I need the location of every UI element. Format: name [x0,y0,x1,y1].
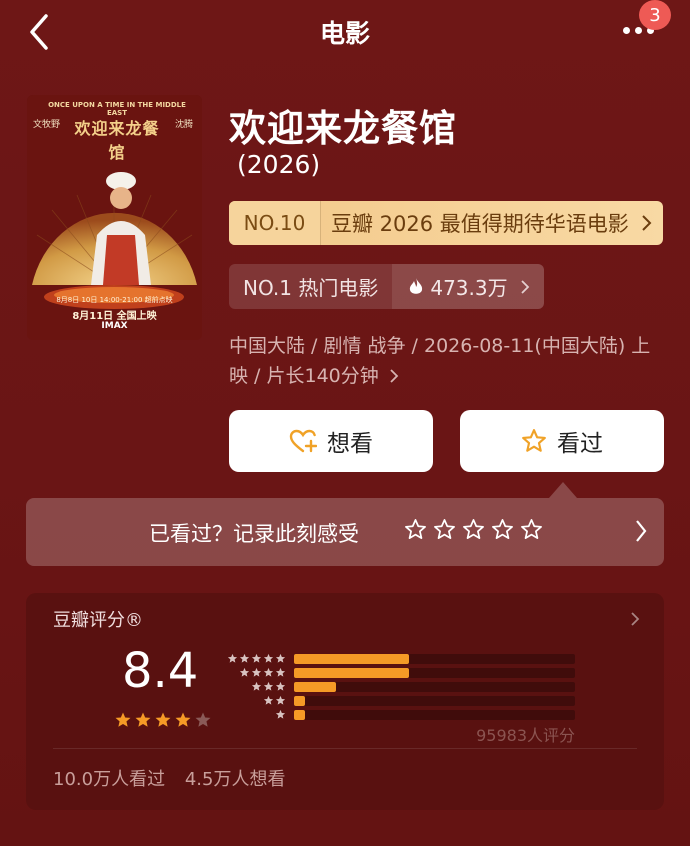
star-filled-icon [115,712,131,727]
star-filled-icon [155,712,171,727]
rating-bar-fill [294,654,410,664]
rating-footer: 10.0万人看过 4.5万人想看 [53,765,299,791]
small-star-icon [275,709,286,719]
small-star-icon [251,667,262,677]
rating-card[interactable]: 豆瓣评分® 8.4 95983人评分 10.0万人看过 4.5万人想看 [26,593,664,810]
rating-bar-track [294,668,575,678]
record-feeling-bar[interactable]: 已看过？记录此刻感受 [26,498,664,566]
vote-count: 95983人评分 [476,726,575,745]
rating-label: 豆瓣评分® [53,610,143,631]
watched-label: 看过 [557,431,603,457]
rating-row-5-star [226,652,576,665]
wish-count: 4.5万人想看 [184,769,286,790]
star-outline-icon [522,429,546,452]
movie-poster[interactable]: ONCE UPON A TIME IN THE MIDDLE EAST 欢迎来龙… [27,95,202,340]
chevron-right-icon [520,279,529,294]
rating-stars [114,711,212,729]
poster-actor-right: 沈腾 [175,120,194,130]
star-outline-icon[interactable] [462,518,485,541]
small-star-icon [251,653,262,663]
hot-movie-rank[interactable]: NO.1 热门电影 473.3万 [229,264,544,309]
star-outline-icon[interactable] [433,518,456,541]
small-star-icon [263,667,274,677]
rating-row-2-star [226,694,576,707]
fire-icon [410,277,423,294]
record-feeling-text: 已看过？记录此刻感受 [149,522,359,546]
hot-rank-label: NO.1 热门电影 [229,264,393,309]
poster-title: 欢迎来龙餐馆 [74,119,160,162]
star-outline-icon[interactable] [404,518,427,541]
poster-imax-text: IMAX [101,321,128,331]
douban-list-rank[interactable]: NO.10 豆瓣 2026 最值得期待华语电影 [229,201,663,245]
popover-pointer [549,482,577,498]
small-star-icon [275,695,286,705]
heat-value-group: 473.3万 [392,264,544,309]
small-star-icon [239,653,250,663]
chevron-right-icon [631,612,640,626]
divider [53,748,637,749]
poster-preview-text: 8月8日 10日 14:00-21:00 超前点映 [56,296,173,304]
rating-row-stars [239,666,286,679]
rating-bar-track [294,682,575,692]
star-filled-icon [175,712,191,727]
chevron-right-icon [390,369,399,383]
rank-number: NO.10 [229,201,321,245]
rating-row-stars [227,652,286,665]
rating-bar-fill [294,696,306,706]
star-filled-icon [135,712,151,727]
rating-bar-fill [294,682,337,692]
rating-bar-fill [294,668,410,678]
heart-plus-icon [289,429,317,453]
star-outline-icon[interactable] [520,518,543,541]
page-title: 电影 [319,19,370,48]
poster-actor-left: 文牧野 [33,120,61,130]
rating-row-4-star [226,666,576,679]
want-to-watch-button[interactable]: 想看 [229,410,433,472]
notification-badge: 3 [639,0,671,30]
rating-row-stars [251,680,286,693]
meta-text: 中国大陆 / 剧情 战争 / 2026-08-11(中国大陆) 上映 / 片长1… [229,335,651,387]
rate-stars[interactable] [404,518,543,541]
rating-bar-track [294,710,575,720]
rating-bar-fill [294,710,306,720]
chevron-right-icon [641,201,663,245]
rating-bar-track [294,654,575,664]
chevron-right-icon [636,520,647,542]
small-star-icon [227,653,238,663]
star-outline-icon[interactable] [491,518,514,541]
rating-row-1-star [226,708,576,721]
movie-meta-info[interactable]: 中国大陆 / 剧情 战争 / 2026-08-11(中国大陆) 上映 / 片长1… [229,331,659,391]
small-star-icon [275,667,286,677]
small-star-icon [263,653,274,663]
rating-row-stars [275,708,286,721]
movie-title: 欢迎来龙餐馆 [229,107,457,150]
small-star-icon [275,681,286,691]
small-star-icon [251,681,262,691]
rating-bar-track [294,696,575,706]
heat-value: 473.3万 [430,276,508,300]
rating-distribution [226,652,576,722]
rating-score: 8.4 [122,643,199,699]
rank-list-name: 豆瓣 2026 最值得期待华语电影 [331,212,629,236]
watched-button[interactable]: 看过 [460,410,664,472]
small-star-icon [263,681,274,691]
movie-year: (2026) [237,150,321,179]
rating-row-3-star [226,680,576,693]
want-label: 想看 [327,431,373,457]
rating-row-stars [263,694,286,707]
star-empty-icon [195,712,211,727]
watched-count: 10.0万人看过 [53,769,166,790]
small-star-icon [275,653,286,663]
small-star-icon [239,667,250,677]
small-star-icon [263,695,274,705]
poster-release-text: 8月11日 全国上映 [72,311,157,322]
